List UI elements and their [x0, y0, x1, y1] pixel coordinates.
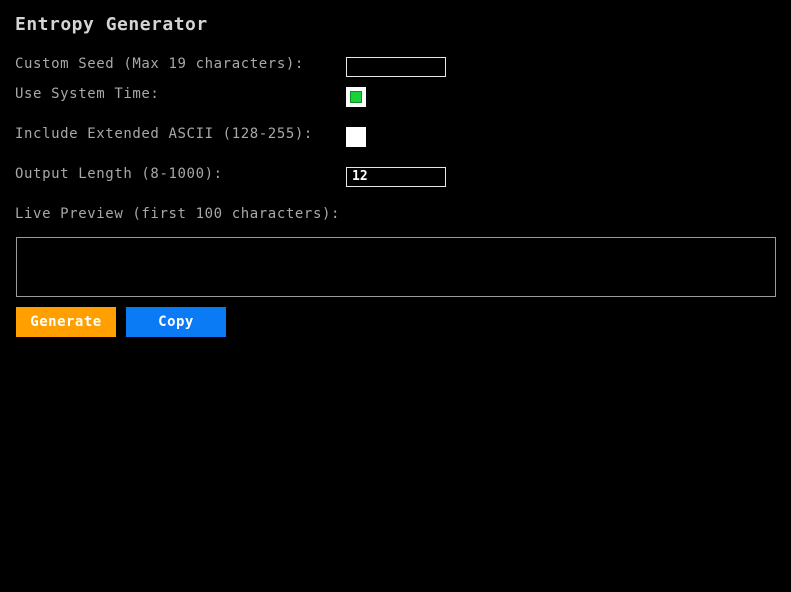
extended-ascii-checkbox[interactable]	[346, 127, 366, 147]
custom-seed-label: Custom Seed (Max 19 characters):	[15, 56, 304, 72]
output-length-input[interactable]: 12	[346, 167, 446, 187]
use-system-time-checkbox[interactable]	[346, 87, 366, 107]
generate-button[interactable]: Generate	[16, 307, 116, 337]
live-preview-box[interactable]	[16, 237, 776, 297]
copy-button[interactable]: Copy	[126, 307, 226, 337]
custom-seed-input[interactable]	[346, 57, 446, 77]
checkbox-checked-indicator	[350, 91, 362, 103]
extended-ascii-label: Include Extended ASCII (128-255):	[15, 126, 313, 142]
live-preview-label: Live Preview (first 100 characters):	[15, 206, 341, 222]
output-length-label: Output Length (8-1000):	[15, 166, 223, 182]
use-system-time-label: Use System Time:	[15, 86, 160, 102]
app-title: Entropy Generator	[15, 14, 208, 35]
